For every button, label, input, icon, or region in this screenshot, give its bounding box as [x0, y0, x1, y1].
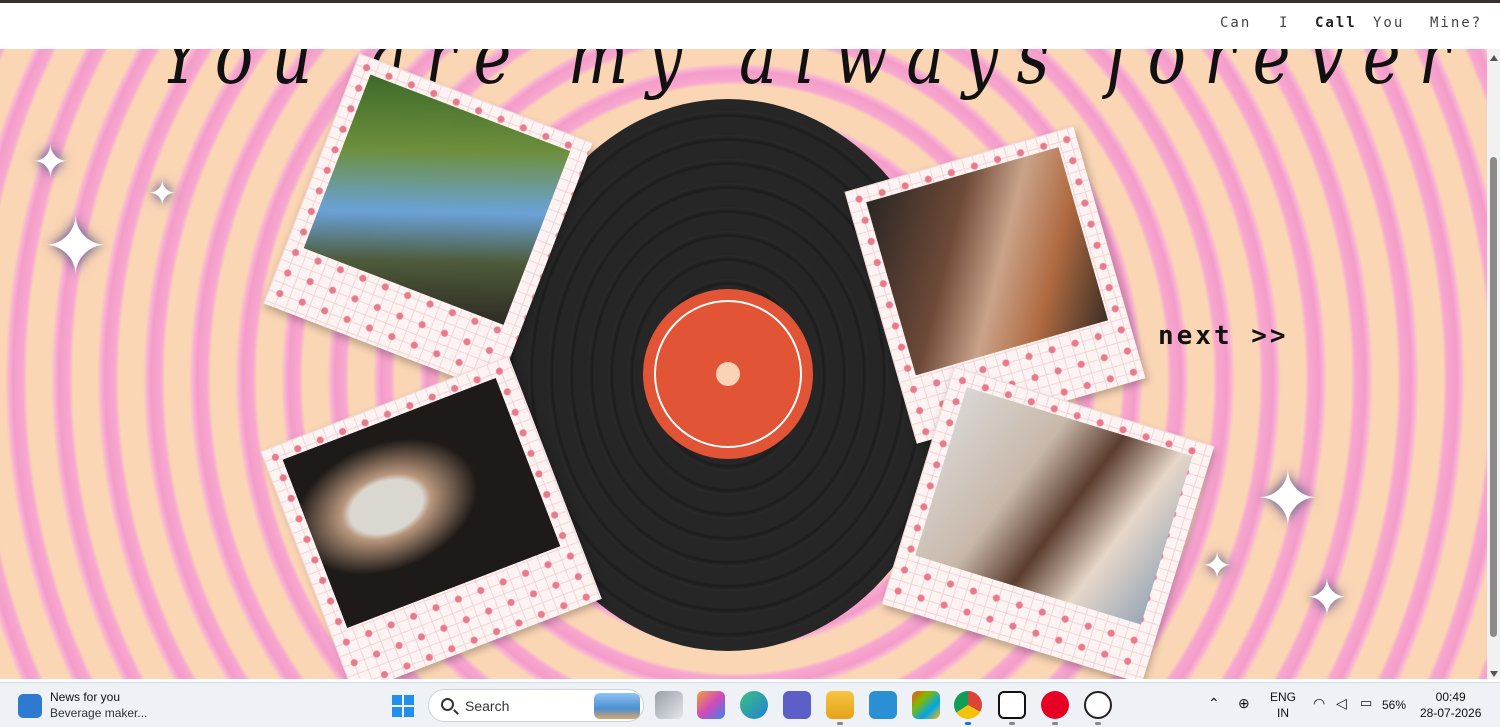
tray-overflow-chevron-icon[interactable]: ⌃ — [1208, 695, 1220, 711]
battery-percent: 56% — [1382, 698, 1407, 712]
scroll-thumb[interactable] — [1490, 157, 1497, 637]
news-widget[interactable]: News for you Beverage maker... — [18, 689, 147, 721]
pinterest-icon[interactable] — [1041, 691, 1069, 719]
task-view-icon[interactable] — [655, 691, 683, 719]
vpn-status-icon[interactable]: ⊕ — [1238, 695, 1250, 711]
region-code: IN — [1277, 706, 1289, 720]
photo-couple-closeup — [866, 147, 1109, 376]
sparkle-icon: ✦ — [1306, 569, 1348, 627]
scroll-up-arrow-icon[interactable] — [1490, 55, 1498, 61]
next-link[interactable]: next >> — [1158, 321, 1289, 351]
sparkle-icon: ✦ — [148, 174, 177, 214]
wifi-icon[interactable]: ◠ — [1313, 695, 1325, 711]
running-indicator — [1095, 722, 1101, 725]
running-indicator — [1009, 722, 1015, 725]
nav-word-you[interactable]: You — [1373, 15, 1404, 31]
nav-word-can[interactable]: Can — [1220, 15, 1251, 31]
search-highlight-icon — [594, 693, 640, 719]
photo-couple-forest — [303, 74, 571, 325]
clock[interactable]: 00:49 28-07-2026 — [1420, 689, 1481, 721]
taskbar-search[interactable]: Search — [428, 689, 644, 722]
sparkle-icon: ✦ — [42, 200, 110, 293]
edge-icon[interactable] — [740, 691, 768, 719]
scroll-down-arrow-icon[interactable] — [1490, 671, 1498, 677]
running-indicator — [1052, 722, 1058, 725]
chrome-icon[interactable] — [954, 691, 982, 719]
teams-icon[interactable] — [783, 691, 811, 719]
search-icon — [441, 698, 454, 711]
news-icon — [18, 694, 42, 718]
news-title: News for you — [50, 690, 121, 704]
screen-app-icon[interactable] — [869, 691, 897, 719]
sparkle-icon: ✦ — [1256, 454, 1320, 543]
notion-icon[interactable] — [998, 691, 1026, 719]
sparkle-icon: ✦ — [32, 137, 69, 188]
running-indicator — [837, 722, 843, 725]
clock-date: 28-07-2026 — [1420, 706, 1482, 720]
battery-icon[interactable]: ▭ — [1360, 695, 1372, 711]
copilot-icon[interactable] — [697, 691, 725, 719]
windows-start-icon[interactable] — [392, 695, 414, 717]
vinyl-center-hole — [716, 362, 740, 386]
page-scrollbar[interactable] — [1487, 49, 1500, 679]
language-indicator[interactable]: ENG IN — [1270, 689, 1296, 721]
sparkle-icon: ✦ — [1202, 546, 1233, 587]
store-icon[interactable] — [912, 691, 940, 719]
main-page: You are my always forever ✦ ✦ ✦ ✦ ✦ ✦ ne… — [0, 49, 1487, 679]
chatgpt-icon[interactable] — [1084, 691, 1112, 719]
volume-icon[interactable]: ◁ — [1336, 695, 1347, 711]
running-indicator — [965, 722, 971, 725]
language-code: ENG — [1270, 690, 1297, 704]
photo-face-masks — [282, 378, 561, 628]
file-explorer-icon[interactable] — [826, 691, 854, 719]
vinyl-label — [643, 289, 813, 459]
nav-word-mine[interactable]: Mine? — [1430, 15, 1482, 31]
news-subtitle: Beverage maker... — [50, 706, 148, 720]
photo-couple-bed — [915, 387, 1193, 625]
nav-word-i[interactable]: I — [1279, 15, 1289, 31]
clock-time: 00:49 — [1435, 690, 1466, 704]
search-placeholder: Search — [465, 698, 510, 714]
nav-word-call[interactable]: Call — [1315, 15, 1357, 31]
taskbar: News for you Beverage maker... Search ⌃ … — [0, 682, 1500, 727]
site-header: Can I Call You Mine? — [0, 3, 1500, 49]
